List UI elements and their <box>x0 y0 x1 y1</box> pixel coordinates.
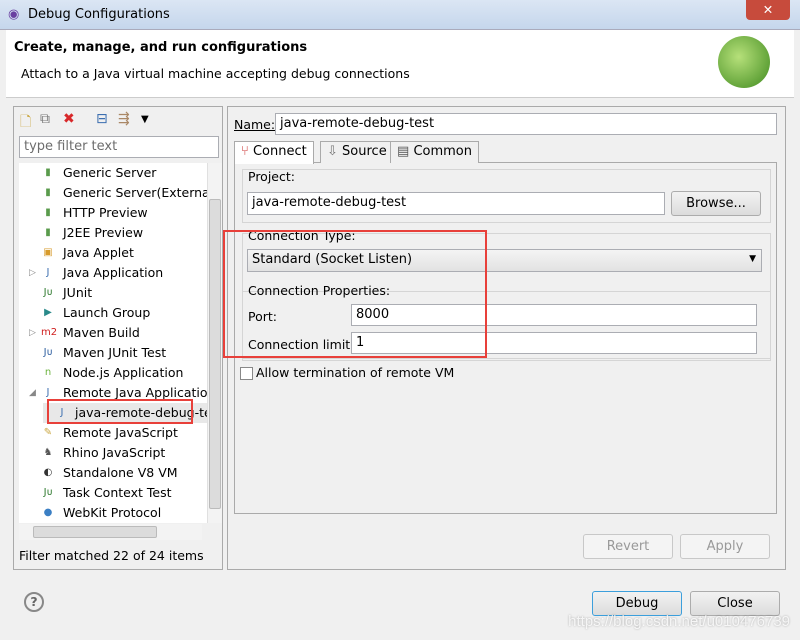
remote-js-icon: ✎ <box>43 427 53 438</box>
tree-item-label: WebKit Protocol <box>63 505 162 520</box>
filter-icon[interactable]: ⇶ <box>118 111 130 127</box>
server-icon: ▮ <box>45 227 51 238</box>
remote-java-icon: J <box>46 387 50 398</box>
name-input[interactable]: java-remote-debug-test <box>275 113 777 135</box>
expand-toggle-icon[interactable]: ▷ <box>29 263 36 283</box>
delete-icon[interactable]: ✖ <box>63 111 75 127</box>
maven-junit-icon: Jᴜ <box>43 347 53 358</box>
source-icon: ⇩ <box>327 144 338 159</box>
title-bar: ◉ Debug Configurations ✕ <box>0 0 800 30</box>
tree-item-label: Node.js Application <box>63 365 184 380</box>
filter-input[interactable]: type filter text <box>19 136 219 158</box>
tree-item[interactable]: Jᴜ JUnit <box>19 283 207 303</box>
allow-termination-label: Allow termination of remote VM <box>256 365 455 380</box>
tab-common-label: Common <box>413 144 472 159</box>
tree-item-label: Rhino JavaScript <box>63 445 166 460</box>
tree-item-label: Java Applet <box>63 245 134 260</box>
help-button[interactable]: ? <box>24 592 44 612</box>
project-label: Project: <box>248 169 295 184</box>
tree-item[interactable]: ▮ Generic Server(External <box>19 183 207 203</box>
common-icon: ▤ <box>397 144 410 159</box>
revert-button[interactable]: Revert <box>583 534 673 559</box>
filter-status: Filter matched 22 of 24 items <box>19 548 204 563</box>
project-input[interactable]: java-remote-debug-test <box>247 192 665 215</box>
chevron-down-icon: ▼ <box>749 254 756 264</box>
tree-item[interactable]: ✎ Remote JavaScript <box>19 423 207 443</box>
config-tree: ▮ Generic Server ▮ Generic Server(External ▮… <box>19 163 207 523</box>
tree-item-label: JUnit <box>63 285 93 300</box>
tab-common[interactable]: ▤ Common <box>390 141 479 163</box>
tree-item-label: Maven JUnit Test <box>63 345 167 360</box>
tab-connect-label: Connect <box>252 144 307 159</box>
connect-icon: ⑂ <box>241 144 249 159</box>
tab-source-label: Source <box>342 144 387 159</box>
tree-item-label: Generic Server(External <box>63 185 207 200</box>
debug-bug-icon <box>718 36 770 88</box>
browse-button[interactable]: Browse... <box>671 191 761 216</box>
tree-item[interactable]: ▷ J Java Application <box>19 263 207 283</box>
new-config-icon[interactable]: 🗋 <box>20 111 31 135</box>
config-tree-panel: 🗋 ⧉ ✖ ⊟ ⇶ ▼ type filter text ▮ Generic Se… <box>13 106 223 570</box>
tree-item[interactable]: ♞ Rhino JavaScript <box>19 443 207 463</box>
expand-toggle-icon[interactable]: ▷ <box>29 323 36 343</box>
watermark: https://blog.csdn.net/u010476739 <box>568 613 790 630</box>
duplicate-icon[interactable]: ⧉ <box>40 111 50 127</box>
tree-item-label: J2EE Preview <box>63 225 144 240</box>
webkit-icon: ● <box>43 507 53 518</box>
tree-item[interactable]: ● WebKit Protocol <box>19 503 207 523</box>
tree-item[interactable]: ▶ Launch Group <box>19 303 207 323</box>
highlight-box-selected <box>47 399 193 424</box>
tree-item[interactable]: ▣ Java Applet <box>19 243 207 263</box>
apply-button[interactable]: Apply <box>680 534 770 559</box>
tree-item[interactable]: n Node.js Application <box>19 363 207 383</box>
expand-toggle-icon[interactable]: ◢ <box>29 383 36 403</box>
highlight-box-connection <box>223 230 487 358</box>
tree-item[interactable]: ◐ Standalone V8 VM <box>19 463 207 483</box>
tree-item-label: Generic Server <box>63 165 157 180</box>
tree-item[interactable]: ▷ m2 Maven Build <box>19 323 207 343</box>
dialog-header: Create, manage, and run configurations A… <box>6 30 794 98</box>
server-icon: ▮ <box>45 187 51 198</box>
eclipse-icon: ◉ <box>8 7 20 22</box>
rhino-icon: ♞ <box>43 447 53 458</box>
header-title: Create, manage, and run configurations <box>14 40 308 55</box>
junit-icon: Jᴜ <box>43 487 53 498</box>
allow-termination-checkbox[interactable] <box>240 367 253 380</box>
tree-item[interactable]: ▮ Generic Server <box>19 163 207 183</box>
m2-icon: m2 <box>41 327 58 338</box>
server-icon: ▮ <box>45 167 51 178</box>
junit-icon: Jᴜ <box>43 287 53 298</box>
server-icon: ▮ <box>45 207 51 218</box>
tree-item-label: Java Application <box>63 265 164 280</box>
chevron-down-icon[interactable]: ▼ <box>141 114 149 125</box>
tab-source[interactable]: ⇩ Source <box>320 141 394 163</box>
tree-vertical-scrollbar[interactable] <box>207 163 222 523</box>
tree-item[interactable]: ▮ J2EE Preview <box>19 223 207 243</box>
collapse-all-icon[interactable]: ⊟ <box>96 111 108 127</box>
header-subtitle: Attach to a Java virtual machine accepti… <box>21 66 410 81</box>
hscroll-thumb[interactable] <box>33 526 157 538</box>
tree-item-label: Maven Build <box>63 325 140 340</box>
launch-group-icon: ▶ <box>44 307 52 318</box>
tree-item-label: Standalone V8 VM <box>63 465 178 480</box>
tree-horizontal-scrollbar[interactable] <box>19 524 202 540</box>
java-app-icon: J <box>46 267 50 278</box>
tree-item[interactable]: ▮ HTTP Preview <box>19 203 207 223</box>
applet-icon: ▣ <box>43 247 53 258</box>
tab-connect[interactable]: ⑂ Connect <box>234 141 314 164</box>
tree-item-label: Remote JavaScript <box>63 425 178 440</box>
tree-item[interactable]: Jᴜ Maven JUnit Test <box>19 343 207 363</box>
window-title: Debug Configurations <box>28 7 170 22</box>
name-label: Name: <box>234 117 276 132</box>
scroll-thumb[interactable] <box>209 199 221 509</box>
tree-item[interactable]: Jᴜ Task Context Test <box>19 483 207 503</box>
tree-item-label: Task Context Test <box>63 485 172 500</box>
window-close-button[interactable]: ✕ <box>746 0 790 20</box>
tree-item-label: Launch Group <box>63 305 151 320</box>
nodejs-icon: n <box>44 367 52 378</box>
tree-item-label: HTTP Preview <box>63 205 148 220</box>
v8-icon: ◐ <box>43 467 53 478</box>
